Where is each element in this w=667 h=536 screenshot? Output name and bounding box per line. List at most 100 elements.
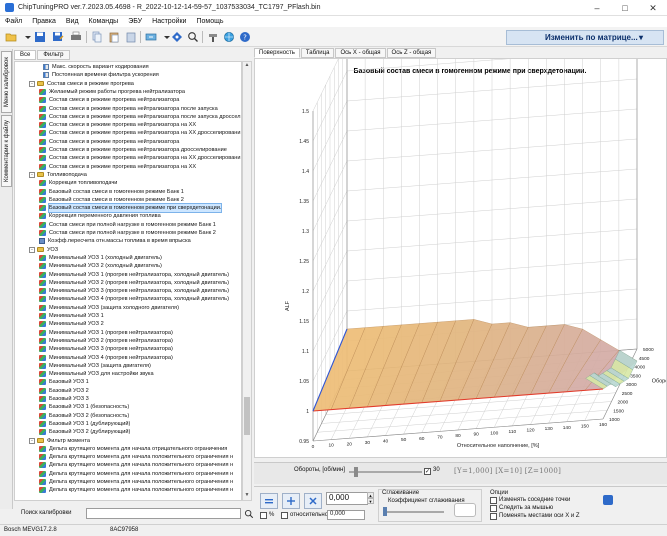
tree-item[interactable]: Минимальный УОЗ для настройки звука	[39, 370, 154, 378]
menu-view[interactable]: Вид	[61, 16, 84, 27]
scroll-down-icon[interactable]: ▼	[243, 492, 251, 500]
tree-item[interactable]: Состав смеси в режиме прогрева нейтрализ…	[39, 105, 218, 113]
tree-item[interactable]: Базовый состав смеси в гомогенном режиме…	[39, 203, 223, 214]
find-icon[interactable]	[186, 30, 200, 44]
smoothing-slider-knob[interactable]	[383, 507, 387, 516]
menu-edit[interactable]: Правка	[27, 16, 61, 27]
tree-item[interactable]: Базовый УОЗ 3	[39, 395, 89, 403]
tree-item[interactable]: Дельта крутящего момента для начала поло…	[39, 478, 233, 486]
tree-item[interactable]: Базовый УОЗ 2	[39, 387, 89, 395]
tree-item[interactable]: Минимальный УОЗ (защита двигателя)	[39, 362, 151, 370]
tree-item[interactable]: Состав смеси при полной нагрузке в гомог…	[39, 221, 216, 229]
tree-item[interactable]: Минимальный УОЗ (защита холодного двигат…	[39, 304, 179, 312]
tree-item[interactable]: Постоянная времени фильтра ускорения	[43, 71, 159, 79]
tree-item[interactable]: Базовый УОЗ 1 (безопасность)	[39, 403, 129, 411]
tab-axis-x[interactable]: Ось X - общая	[335, 48, 386, 58]
tab-filter[interactable]: Фильтр	[37, 50, 70, 60]
tree-item[interactable]: Минимальный УОЗ 2 (холодный двигатель)	[39, 262, 162, 270]
tree-folder[interactable]: - УОЗ	[29, 246, 58, 254]
follow-mouse-checkbox[interactable]	[490, 505, 497, 512]
set-value-button[interactable]	[260, 493, 278, 509]
tree-item[interactable]: Макс. скорость вариант кодирования	[43, 63, 149, 71]
tree-folder[interactable]: - Топливоподача	[29, 171, 87, 179]
minimize-button[interactable]: –	[583, 0, 611, 16]
tab-file-comments[interactable]: Комментарии к файлу	[1, 115, 12, 187]
axis-slider-knob[interactable]	[354, 467, 358, 477]
surface-chart[interactable]: Базовый состав смеси в гомогенном режиме…	[255, 59, 666, 457]
tab-calibration-menu[interactable]: Меню калибровок	[1, 51, 12, 113]
clipboard-icon[interactable]	[124, 30, 138, 44]
tree-item[interactable]: Состав смеси в режиме прогрева нейтрализ…	[39, 113, 241, 121]
tree-item[interactable]: Базовый УОЗ 2 (безопасность)	[39, 412, 129, 420]
tree-item[interactable]: Коэфф.пересчета отн.массы топлива в врем…	[39, 237, 191, 245]
search-icon[interactable]	[244, 509, 254, 519]
tab-table[interactable]: Таблица	[300, 48, 335, 58]
save-icon[interactable]	[33, 30, 47, 44]
read-ecu-icon[interactable]	[206, 30, 220, 44]
tree-item[interactable]: Дельта крутящего момента для начала поло…	[39, 453, 233, 461]
save-as-icon[interactable]	[51, 30, 65, 44]
tree-item[interactable]: Базовый состав смеси в гомогенном режиме…	[39, 196, 184, 204]
tree-item[interactable]: Минимальный УОЗ 2 (прогрев нейтрализатор…	[39, 337, 173, 345]
swap-axes-checkbox[interactable]	[490, 513, 497, 520]
tree-item[interactable]: Дельта крутящего момента для начала отри…	[39, 445, 227, 453]
copy-icon[interactable]	[90, 30, 104, 44]
tree-folder[interactable]: - Фильтр момента	[29, 437, 90, 445]
tree-scrollbar[interactable]: ▲ ▼	[242, 61, 252, 501]
search-input[interactable]	[86, 508, 241, 519]
relative-value-input[interactable]: 0,000	[327, 510, 365, 520]
collapse-icon[interactable]: -	[29, 80, 35, 87]
tab-surface[interactable]: Поверхность	[254, 48, 300, 58]
tab-axis-z[interactable]: Ось Z - общая	[386, 48, 437, 58]
paste-icon[interactable]	[107, 30, 121, 44]
tree-item[interactable]: Коррекция переменного давления топлива	[39, 212, 161, 220]
tree-item[interactable]: Базовый состав смеси в гомогенном режиме…	[39, 188, 184, 196]
percent-checkbox[interactable]	[260, 512, 267, 519]
change-neighbors-checkbox[interactable]	[490, 497, 497, 504]
grid-settings-icon[interactable]	[603, 495, 613, 505]
tree-item[interactable]: Состав смеси в режиме прогрева нейтрализ…	[39, 154, 241, 162]
close-button[interactable]: ✕	[639, 0, 667, 16]
collapse-icon[interactable]: -	[29, 437, 35, 444]
scroll-up-icon[interactable]: ▲	[243, 62, 251, 70]
tree-item[interactable]: Минимальный УОЗ 1 (прогрев нейтрализатор…	[39, 271, 229, 279]
tree-item[interactable]: Дельта крутящего момента для начала поло…	[39, 470, 233, 478]
online-icon[interactable]	[222, 30, 236, 44]
tree-item[interactable]: Состав смеси в режиме прогрева нейтрализ…	[39, 163, 196, 171]
smooth-apply-icon[interactable]	[454, 503, 476, 517]
tree-item[interactable]: Дельта крутящего момента для начала поло…	[39, 461, 233, 469]
tree-item[interactable]: Базовый УОЗ 1	[39, 378, 89, 386]
collapse-icon[interactable]: -	[29, 246, 35, 253]
spin-down-icon[interactable]: ▼	[367, 498, 374, 504]
tree-item[interactable]: Желаемый режим работы прогрева нейтрализ…	[39, 88, 185, 96]
tree-item[interactable]: Минимальный УОЗ 2	[39, 320, 104, 328]
menu-help[interactable]: Помощь	[191, 16, 228, 27]
tree-item[interactable]: Состав смеси в режиме прогрева нейтрализ…	[39, 129, 241, 137]
menu-commands[interactable]: Команды	[84, 16, 124, 27]
menu-ecu[interactable]: ЭБУ	[123, 16, 147, 27]
change-by-matrix-button[interactable]: Изменить по матрице... ▾	[506, 30, 664, 45]
checksum-icon[interactable]	[144, 30, 158, 44]
maximize-button[interactable]: □	[611, 0, 639, 16]
add-value-button[interactable]	[282, 493, 300, 509]
tree-item[interactable]: Минимальный УОЗ 3 (прогрев нейтрализатор…	[39, 345, 173, 353]
3d-checkbox[interactable]: ✓	[424, 468, 431, 475]
axis-slider[interactable]	[349, 471, 422, 473]
value-input[interactable]: 0,000	[326, 492, 368, 505]
tree-item[interactable]: Состав смеси в режиме прогрева нейтрализ…	[39, 138, 179, 146]
print-icon[interactable]	[69, 30, 83, 44]
surface-chart-pane[interactable]: Базовый состав смеси в гомогенном режиме…	[254, 58, 667, 458]
tree-folder[interactable]: - Состав смеси в режиме прогрева	[29, 80, 134, 88]
tree-item[interactable]: Коррекция топливоподачи	[39, 179, 117, 187]
scrollbar-thumb[interactable]	[244, 397, 250, 435]
relative-checkbox[interactable]	[281, 512, 288, 519]
menu-file[interactable]: Файл	[0, 16, 27, 27]
tree-item[interactable]: Минимальный УОЗ 1	[39, 312, 104, 320]
tree-item[interactable]: Базовый УОЗ 2 (дублирующий)	[39, 428, 130, 436]
tree-item[interactable]: Состав смеси в режиме прогрева нейтрализ…	[39, 96, 179, 104]
tree-item[interactable]: Дельта крутящего момента для начала поло…	[39, 486, 233, 494]
tree-item[interactable]: Состав смеси в режиме прогрева нейтрализ…	[39, 121, 196, 129]
tree-item[interactable]: Минимальный УОЗ 1 (холодный двигатель)	[39, 254, 162, 262]
open-folder-icon[interactable]	[4, 30, 18, 44]
help-icon[interactable]: ?	[238, 30, 252, 44]
